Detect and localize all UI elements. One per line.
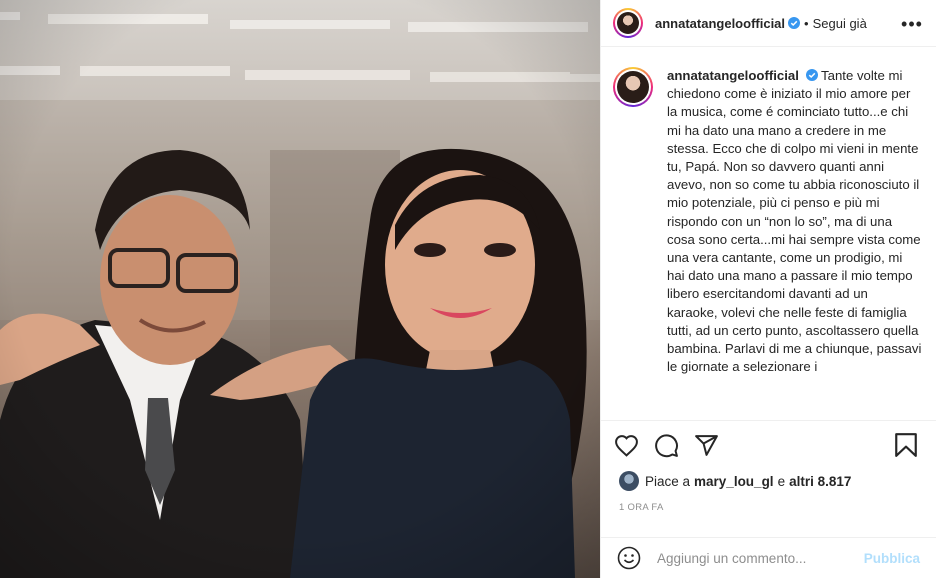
author-username[interactable]: annatatangeloofficial	[655, 16, 785, 31]
caption-row: annatatangeloofficial Tante volte mi chi…	[613, 67, 922, 376]
comment-bar: Pubblica	[601, 537, 936, 578]
publish-button[interactable]: Pubblica	[864, 551, 920, 566]
more-options-icon[interactable]: •••	[901, 14, 922, 34]
emoji-icon[interactable]	[617, 546, 641, 570]
caption-avatar[interactable]	[613, 67, 653, 107]
bookmark-icon[interactable]	[894, 432, 920, 458]
comment-input[interactable]	[657, 550, 864, 566]
follow-status-button[interactable]: Segui già	[813, 16, 867, 31]
share-icon[interactable]	[693, 432, 719, 458]
caption-body: Tante volte mi chiedono come è iniziato …	[667, 68, 922, 375]
caption-username[interactable]: annatatangeloofficial	[667, 68, 799, 83]
action-bar	[613, 421, 924, 469]
avatar-image	[617, 12, 639, 34]
verified-icon	[788, 17, 801, 29]
post-photo[interactable]	[0, 0, 600, 578]
post-timestamp[interactable]: 1 ORA FA	[619, 502, 924, 513]
post-header: annatatangeloofficial • Segui già •••	[601, 0, 936, 47]
verified-icon	[805, 69, 818, 81]
author-avatar[interactable]	[613, 8, 643, 38]
likes-summary: Piace a mary_lou_gl e altri 8.817	[613, 469, 924, 493]
actions-area: Piace a mary_lou_gl e altri 8.817 1 ORA …	[601, 420, 936, 537]
caption-text: annatatangeloofficial Tante volte mi chi…	[667, 67, 922, 376]
likes-prefix: Piace a	[645, 473, 691, 489]
likes-middle: e	[777, 473, 786, 489]
liker-username[interactable]: mary_lou_gl	[694, 474, 774, 489]
header-separator: •	[804, 15, 809, 31]
avatar-image	[617, 71, 649, 103]
post-side-panel: annatatangeloofficial • Segui già ••• an…	[600, 0, 936, 578]
photo-illustration	[0, 0, 600, 578]
heart-icon[interactable]	[613, 432, 639, 458]
comment-icon[interactable]	[653, 432, 679, 458]
liker-avatar[interactable]	[619, 471, 639, 491]
caption-area[interactable]: annatatangeloofficial Tante volte mi chi…	[601, 47, 936, 420]
likes-others-link[interactable]: altri 8.817	[789, 474, 851, 489]
